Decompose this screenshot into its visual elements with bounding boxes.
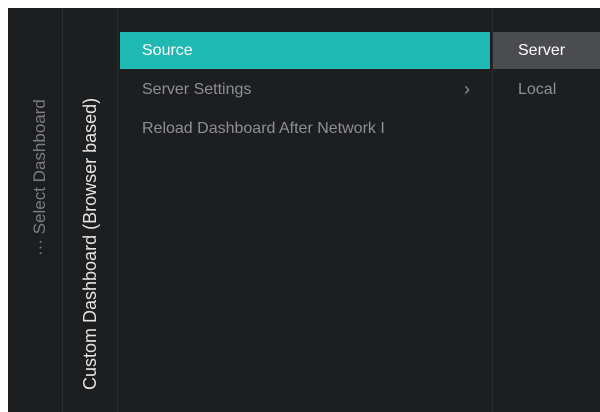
option-label: Server (518, 42, 566, 59)
option-server[interactable]: Server (493, 32, 600, 69)
tv-settings-screen: ··· Select Dashboard Custom Dashboard (B… (0, 0, 600, 412)
menu-item-label: Server Settings (142, 81, 252, 98)
menu-item-label: Source (142, 42, 193, 59)
chevron-right-icon: › (464, 79, 470, 99)
settings-menu: Source Server Settings › Reload Dashboar… (118, 8, 493, 412)
menu-item-label: Reload Dashboard After Network I (142, 120, 385, 137)
breadcrumb[interactable]: ··· Select Dashboard (30, 99, 50, 256)
menu-item-source[interactable]: Source (120, 32, 490, 69)
menu-item-reload-dashboard[interactable]: Reload Dashboard After Network I (120, 110, 490, 147)
title-column: Custom Dashboard (Browser based) (63, 8, 118, 412)
option-label: Local (518, 81, 557, 98)
breadcrumb-column[interactable]: ··· Select Dashboard (8, 8, 63, 412)
page-title: Custom Dashboard (Browser based) (80, 97, 100, 390)
source-options-panel: Server Local (493, 8, 600, 412)
menu-item-server-settings[interactable]: Server Settings › (120, 71, 490, 108)
option-local[interactable]: Local (493, 71, 600, 108)
